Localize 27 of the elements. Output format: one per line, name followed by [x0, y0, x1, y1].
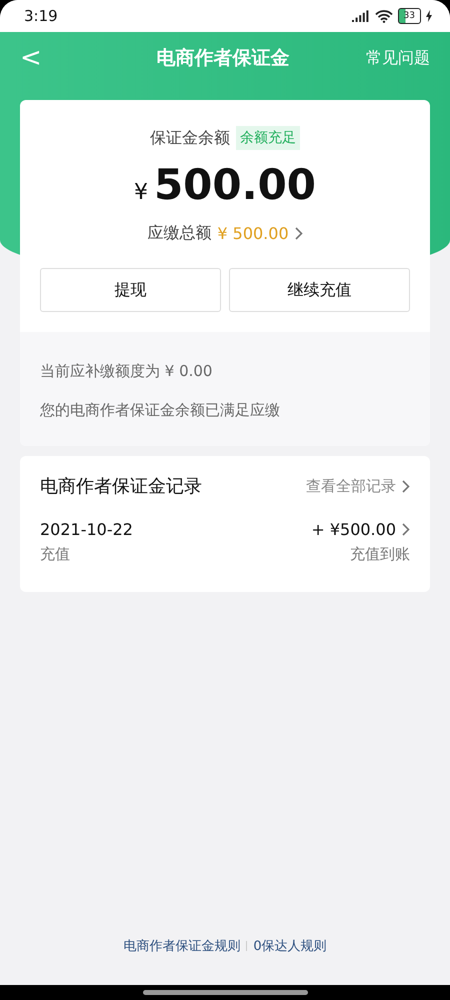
balance-label: 保证金余额 [150, 128, 230, 148]
home-indicator[interactable] [142, 990, 308, 995]
record-type: 充值 [40, 545, 70, 564]
currency-symbol: ¥ [134, 180, 148, 205]
signal-icon [352, 10, 370, 22]
chevron-right-icon [402, 480, 410, 492]
chevron-right-icon [294, 227, 303, 240]
record-status: 充值到账 [350, 545, 410, 564]
record-amount: + ¥500.00 [311, 520, 396, 539]
chevron-right-icon [402, 523, 410, 536]
status-tag: 余额充足 [236, 126, 300, 150]
notice-text: 当前应补缴额度为 ¥ 0.00 [40, 362, 214, 381]
recharge-button[interactable]: 继续充值 [229, 268, 410, 312]
view-all-link[interactable]: 查看全部记录 [306, 476, 410, 496]
balance-amount: 500.00 [154, 160, 316, 209]
wifi-icon [374, 10, 393, 22]
rules-link[interactable]: 0保达人规则 [253, 937, 327, 955]
records-title: 电商作者保证金记录 [40, 475, 202, 498]
charging-icon [426, 10, 432, 22]
due-label: 应缴总额 [147, 223, 212, 244]
record-date: 2021-10-22 [40, 520, 133, 539]
notice-text: 您的电商作者保证金余额已满足应缴 [40, 401, 281, 420]
due-amount: ¥ 500.00 [217, 224, 289, 243]
page-title: 电商作者保证金 [156, 46, 290, 71]
rules-link[interactable]: 电商作者保证金规则 [123, 937, 240, 955]
status-time: 3:19 [24, 7, 58, 25]
withdraw-button[interactable]: 提现 [40, 268, 221, 312]
